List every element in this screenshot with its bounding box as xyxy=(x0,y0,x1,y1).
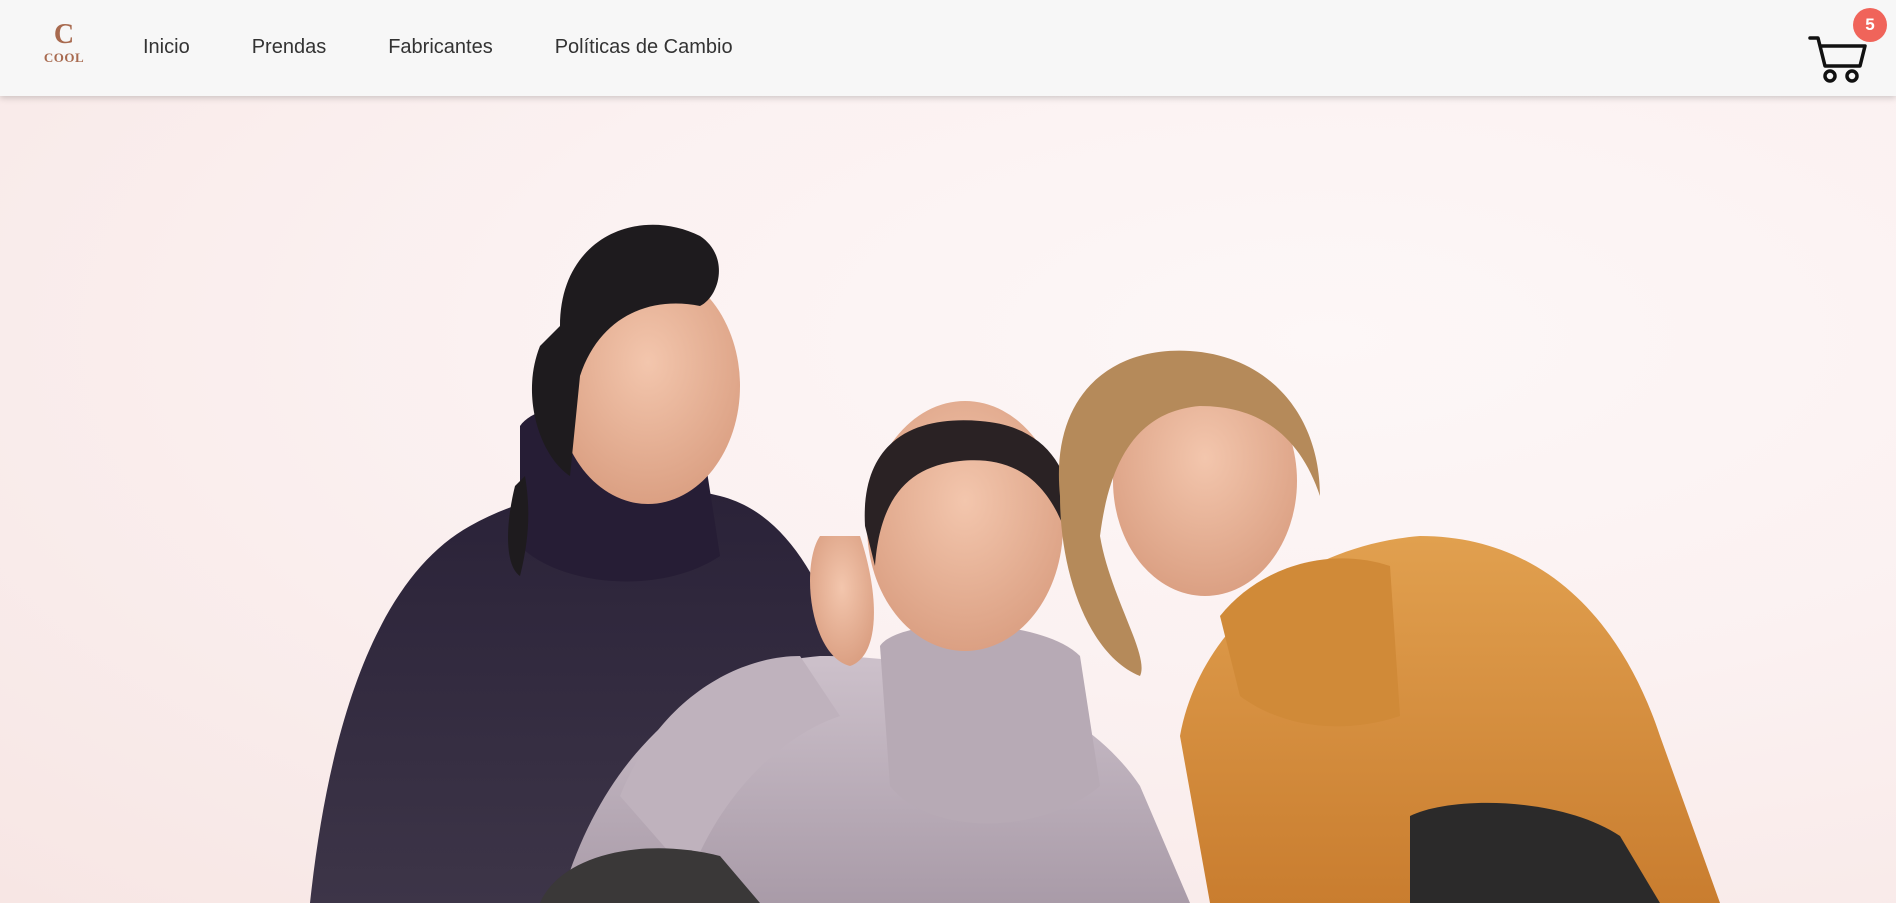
hero-photo xyxy=(310,224,1720,903)
nav-link-inicio[interactable]: Inicio xyxy=(143,36,190,59)
cart-count-badge: 5 xyxy=(1853,8,1887,42)
logo-mark: C xyxy=(53,19,75,50)
cart-button[interactable]: 5 xyxy=(1808,8,1887,90)
nav-link-prendas[interactable]: Prendas xyxy=(252,36,327,59)
brand-logo[interactable]: C COOL xyxy=(40,19,88,72)
logo-text: COOL xyxy=(43,50,85,65)
shopping-cart-icon xyxy=(1808,36,1867,83)
main-nav: Inicio Prendas Fabricantes Políticas de … xyxy=(143,32,795,62)
top-navbar: C COOL Inicio Prendas Fabricantes Políti… xyxy=(0,0,1896,96)
hero-banner xyxy=(0,96,1896,903)
nav-link-politicas-de-cambio[interactable]: Políticas de Cambio xyxy=(555,36,733,59)
nav-link-fabricantes[interactable]: Fabricantes xyxy=(388,36,493,59)
